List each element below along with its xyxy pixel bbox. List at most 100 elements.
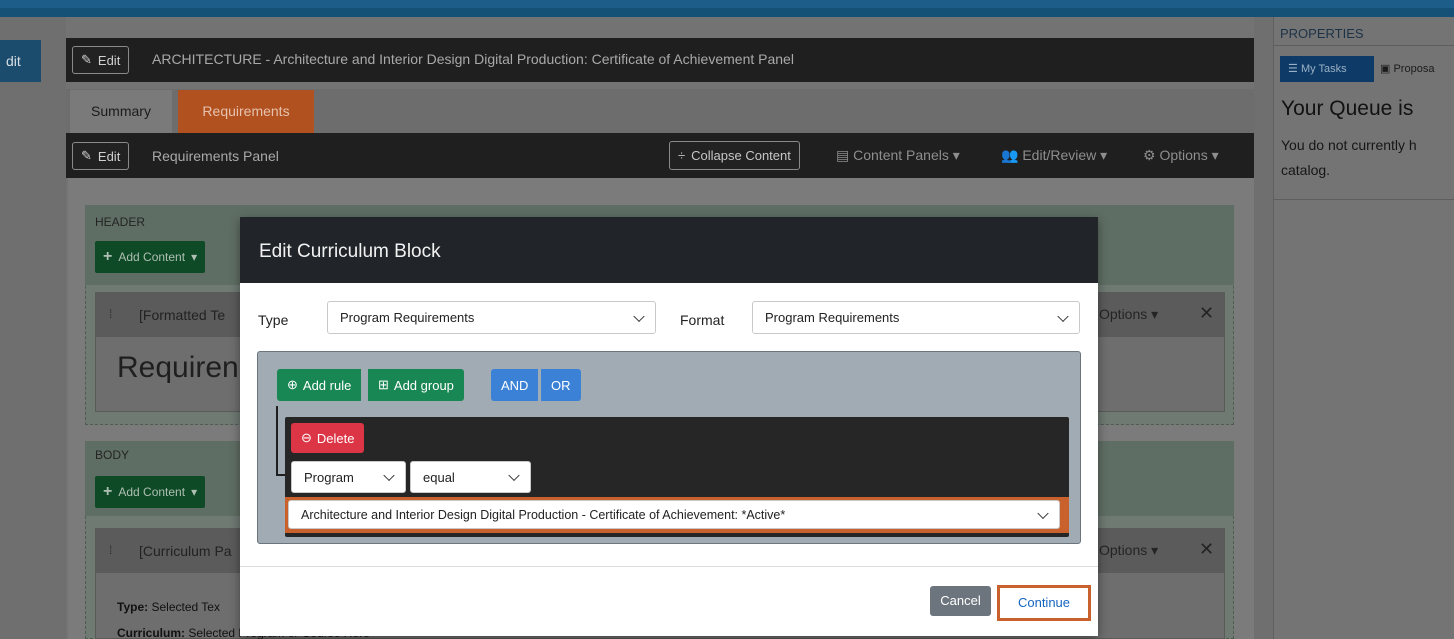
type-select-value: Program Requirements xyxy=(340,310,475,325)
continue-label: Continue xyxy=(1017,595,1071,610)
close-icon[interactable]: ✕ xyxy=(1199,303,1214,324)
curriculum-key: Curriculum: xyxy=(117,626,186,639)
queue-divider xyxy=(1274,199,1454,200)
program-select-value: Architecture and Interior Design Digital… xyxy=(301,507,786,522)
plus-circle-icon: ⊕ xyxy=(287,377,298,392)
collapse-content-button[interactable]: ÷ Collapse Content xyxy=(669,141,800,170)
type-select[interactable]: Program Requirements xyxy=(327,301,656,334)
formatted-text-options[interactable]: Options ▾ xyxy=(1099,306,1158,323)
header-edit-button[interactable]: ✎ Edit xyxy=(72,46,130,74)
left-edit-label: dit xyxy=(6,53,21,69)
modal-title: Edit Curriculum Block xyxy=(240,217,1098,283)
collapse-icon: ÷ xyxy=(678,148,686,163)
tab-requirements[interactable]: Requirements xyxy=(178,90,314,133)
chevron-down-icon xyxy=(383,469,395,482)
left-gutter xyxy=(0,17,66,639)
and-label: AND xyxy=(501,377,529,393)
queue-text-line2: catalog. xyxy=(1281,162,1331,178)
header-add-content-button[interactable]: + Add Content ▾ xyxy=(95,241,206,273)
content-panels-menu[interactable]: ▤ Content Panels ▾ xyxy=(836,147,960,164)
operator-select[interactable]: equal xyxy=(410,461,531,493)
type-label: Type xyxy=(258,312,289,328)
edit-review-menu[interactable]: 👥 Edit/Review ▾ xyxy=(1001,147,1107,164)
close-icon[interactable]: ✕ xyxy=(1199,539,1214,560)
and-toggle[interactable]: AND xyxy=(491,369,539,401)
or-toggle[interactable]: OR xyxy=(541,369,581,401)
requirements-panel-bar: ✎ Edit Requirements Panel ÷ Collapse Con… xyxy=(66,133,1254,178)
properties-panel: PROPERTIES ☰ My Tasks ▣ Proposa Your Que… xyxy=(1273,17,1454,639)
left-edit-button[interactable]: dit xyxy=(0,40,41,82)
queue-text-line1: You do not currently h xyxy=(1281,137,1417,153)
caret-down-icon: ▾ xyxy=(1100,147,1108,163)
add-group-label: Add group xyxy=(393,377,454,393)
add-group-button[interactable]: ⊞ Add group xyxy=(368,369,464,401)
tasks-icon: ☰ xyxy=(1288,63,1298,75)
properties-divider xyxy=(1274,45,1454,46)
requirements-edit-label: Edit xyxy=(97,148,121,164)
caret-down-icon: ▾ xyxy=(191,250,198,264)
plus-square-icon: ⊞ xyxy=(378,377,389,392)
tab-my-tasks-label: My Tasks xyxy=(1300,63,1347,75)
tab-proposals-label: Proposa xyxy=(1393,63,1435,75)
top-app-bar-shade xyxy=(0,8,1454,17)
tab-summary[interactable]: Summary xyxy=(70,90,172,133)
users-icon: 👥 xyxy=(1001,147,1019,163)
requirements-panel-title: Requirements Panel xyxy=(152,148,279,164)
options-menu[interactable]: ⚙ Options ▾ xyxy=(1143,147,1219,164)
format-select-value: Program Requirements xyxy=(765,310,900,325)
type-line: Type: Selected Tex xyxy=(117,600,220,614)
body-add-content-button[interactable]: + Add Content ▾ xyxy=(95,476,206,508)
plus-icon: + xyxy=(103,248,113,265)
drag-handle-icon[interactable]: ⁞ xyxy=(109,307,112,321)
connector-line xyxy=(276,406,278,476)
panels-icon: ▤ xyxy=(836,147,850,163)
chevron-down-icon xyxy=(1057,310,1069,322)
field-select-value: Program xyxy=(304,469,354,485)
body-add-content-label: Add Content xyxy=(118,485,186,499)
panel-header-bar: ✎ Edit ARCHITECTURE - Architecture and I… xyxy=(66,38,1254,82)
add-rule-button[interactable]: ⊕ Add rule xyxy=(277,369,362,401)
pencil-icon: ✎ xyxy=(81,52,92,67)
rule-row: ⊖ Delete Program equal Architecture and … xyxy=(285,417,1069,537)
format-select[interactable]: Program Requirements xyxy=(752,301,1080,334)
delete-rule-button[interactable]: ⊖ Delete xyxy=(291,423,365,453)
curriculum-card-title: [Curriculum Pa xyxy=(139,543,232,559)
cancel-button[interactable]: Cancel xyxy=(930,586,991,616)
caret-down-icon: ▾ xyxy=(1151,542,1159,558)
sliders-icon: ⚙ xyxy=(1143,147,1156,163)
options-label: Options xyxy=(1099,542,1148,558)
cancel-label: Cancel xyxy=(940,593,981,608)
curriculum-options[interactable]: Options ▾ xyxy=(1099,542,1158,559)
properties-title: PROPERTIES xyxy=(1280,26,1364,41)
requirements-edit-button[interactable]: ✎ Edit xyxy=(72,142,130,170)
operator-select-value: equal xyxy=(423,469,455,485)
drag-handle-icon[interactable]: ⁞ xyxy=(109,543,112,557)
type-key: Type: xyxy=(117,600,149,614)
chevron-down-icon xyxy=(1037,507,1049,519)
query-builder: ⊕ Add rule ⊞ Add group AND OR ⊖ Delete P… xyxy=(257,351,1081,544)
chevron-down-icon xyxy=(508,469,520,482)
format-label: Format xyxy=(680,312,725,328)
plus-icon: + xyxy=(103,483,113,500)
edit-curriculum-block-modal: Edit Curriculum Block Type Program Requi… xyxy=(240,217,1098,636)
options-label: Options xyxy=(1159,147,1208,163)
edit-review-label: Edit/Review xyxy=(1022,147,1097,163)
continue-button[interactable]: Continue xyxy=(1002,589,1086,617)
field-select[interactable]: Program xyxy=(291,461,406,493)
pencil-icon: ✎ xyxy=(81,148,92,163)
formatted-text-card-body: Requiren xyxy=(117,351,239,384)
caret-down-icon: ▾ xyxy=(1151,306,1159,322)
panel-title: ARCHITECTURE - Architecture and Interior… xyxy=(152,51,794,67)
add-rule-label: Add rule xyxy=(302,377,352,393)
options-label: Options xyxy=(1099,306,1148,322)
caret-down-icon: ▾ xyxy=(191,485,198,499)
program-select[interactable]: Architecture and Interior Design Digital… xyxy=(288,500,1060,529)
header-edit-label: Edit xyxy=(97,52,121,68)
clipboard-icon: ▣ xyxy=(1380,63,1391,75)
chevron-down-icon xyxy=(633,310,645,322)
caret-down-icon: ▾ xyxy=(1211,147,1219,163)
delete-label: Delete xyxy=(316,430,355,446)
tab-my-tasks[interactable]: ☰ My Tasks xyxy=(1280,56,1374,82)
formatted-text-card-title: [Formatted Te xyxy=(139,307,226,323)
tab-proposals[interactable]: ▣ Proposa xyxy=(1380,56,1454,82)
